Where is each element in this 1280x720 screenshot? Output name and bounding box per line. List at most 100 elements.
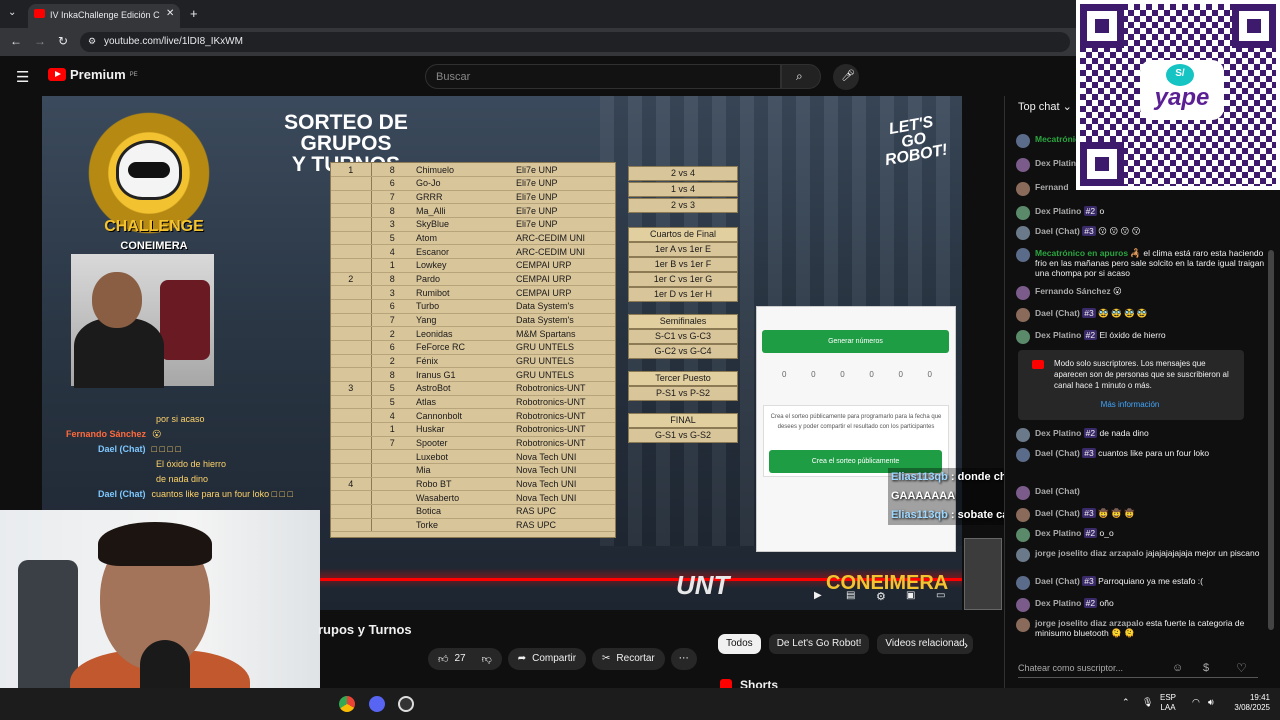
reload-icon[interactable]: ↻: [58, 34, 68, 48]
url-field[interactable]: youtube.com/live/1lDI8_IKxWM: [80, 32, 1070, 52]
mini-thumbnail[interactable]: [964, 538, 1002, 610]
clip-button[interactable]: ✂ Recortar: [592, 648, 665, 670]
chat-author[interactable]: Dael (Chat): [1035, 226, 1080, 236]
avatar[interactable]: [1016, 226, 1030, 240]
more-actions-button[interactable]: ⋯: [670, 648, 697, 670]
back-icon[interactable]: ←: [10, 34, 22, 48]
chat-author[interactable]: Dex Platino: [1035, 428, 1081, 438]
chat-author[interactable]: Dex Platino: [1035, 206, 1081, 216]
avatar[interactable]: [1016, 448, 1030, 462]
chat-author[interactable]: jorge joselito diaz arzapalo: [1035, 618, 1144, 628]
language-indicator[interactable]: ESP LAA: [1160, 693, 1176, 713]
new-tab-icon[interactable]: +: [190, 6, 198, 21]
tray-mic-icon[interactable]: 🎙︎: [1142, 697, 1153, 708]
generate-numbers-button[interactable]: Generar números: [762, 330, 949, 353]
avatar[interactable]: [1016, 134, 1030, 148]
avatar[interactable]: [1016, 508, 1030, 522]
chrome-icon[interactable]: [339, 696, 355, 712]
avatar[interactable]: [1016, 248, 1030, 262]
chat-author[interactable]: Mecatrónico en apuros 🦂: [1035, 248, 1141, 258]
settings-gear-icon[interactable]: ⚙: [876, 590, 886, 603]
youtube-logo[interactable]: Premium PE: [48, 67, 138, 82]
discord-icon[interactable]: [369, 696, 385, 712]
subtitles-icon[interactable]: ▤: [846, 590, 855, 601]
chat-author[interactable]: Dael (Chat): [1035, 486, 1080, 496]
chat-message-body: Fernand: [1035, 182, 1069, 196]
avatar[interactable]: [1016, 286, 1030, 300]
close-tab-icon[interactable]: ✕: [166, 8, 174, 19]
like-button[interactable]: 👍︎ 27 👎︎: [428, 648, 502, 670]
chat-author[interactable]: Fernand: [1035, 182, 1069, 192]
avatar[interactable]: [1016, 548, 1030, 562]
site-info-icon[interactable]: ⚙: [88, 36, 96, 47]
chat-message[interactable]: Fernando Sánchez 😮: [1016, 286, 1266, 300]
chat-input[interactable]: Chatear como suscriptor...: [1018, 660, 1258, 678]
thumbs-down-icon[interactable]: 👎︎: [482, 653, 492, 670]
heart-icon[interactable]: ♡: [1236, 661, 1247, 675]
sheet-cell-t: Nova Tech UNI: [513, 449, 615, 464]
chat-message[interactable]: Dex Platino #2 de nada dino: [1016, 428, 1266, 442]
avatar[interactable]: [1016, 486, 1030, 500]
avatar[interactable]: [1016, 330, 1030, 344]
chat-message[interactable]: Dael (Chat): [1016, 486, 1266, 500]
chips-next-icon[interactable]: ›: [964, 638, 968, 652]
chat-message[interactable]: Dael (Chat) #3 Parroquiano ya me estafo …: [1016, 576, 1266, 590]
search-button[interactable]: ⌕: [781, 64, 821, 89]
chat-author[interactable]: Dael (Chat): [1035, 448, 1080, 458]
chat-author[interactable]: Dex Platino: [1035, 598, 1081, 608]
obs-icon[interactable]: [398, 696, 414, 712]
chat-message[interactable]: Dael (Chat) #3 🤠 🤠 🤠: [1016, 508, 1266, 522]
avatar[interactable]: [1016, 206, 1030, 220]
chat-author[interactable]: Fernando Sánchez: [1035, 286, 1111, 296]
miniplayer-icon[interactable]: ▣: [906, 590, 915, 601]
chip-2[interactable]: Videos relacionad: [877, 634, 973, 654]
chat-author[interactable]: Dex Platino: [1035, 158, 1081, 168]
search-input[interactable]: Buscar: [425, 64, 781, 89]
emoji-icon[interactable]: ☺: [1172, 662, 1183, 674]
tray-chevron-icon[interactable]: ⌃: [1122, 697, 1130, 708]
volume-icon[interactable]: 🔊︎: [1208, 697, 1214, 708]
avatar[interactable]: [1016, 576, 1030, 590]
chat-author[interactable]: Mecatrónic: [1035, 134, 1080, 144]
chip-0[interactable]: Todos: [718, 634, 761, 654]
theater-mode-icon[interactable]: ▭: [936, 590, 945, 601]
super-chat-icon[interactable]: $: [1203, 662, 1209, 674]
chat-message[interactable]: Mecatrónico en apuros 🦂 el clima está ra…: [1016, 248, 1266, 278]
browser-tab[interactable]: IV InkaChallenge Edición C: [28, 4, 180, 28]
chat-message[interactable]: Dex Platino #2 oño: [1016, 598, 1266, 612]
chat-author[interactable]: Dael (Chat): [1035, 308, 1080, 318]
share-button[interactable]: ➦ Compartir: [507, 648, 587, 670]
avatar[interactable]: [1016, 428, 1030, 442]
more-info-link[interactable]: Más información: [1024, 399, 1236, 410]
chat-message[interactable]: Dex Platino #2 El óxido de hierro: [1016, 330, 1266, 344]
system-clock[interactable]: 19:41 3/08/2025: [1226, 693, 1270, 713]
bracket-match: S-C1 vs G-C3: [628, 329, 738, 344]
chat-message[interactable]: Dex Platino #2 o: [1016, 206, 1266, 220]
chat-message[interactable]: Dael (Chat) #3 😗 😗 😗 😗: [1016, 226, 1266, 240]
chat-author[interactable]: Dex Platino: [1035, 330, 1081, 340]
avatar[interactable]: [1016, 308, 1030, 322]
avatar[interactable]: [1016, 618, 1030, 632]
chat-author[interactable]: Dael (Chat): [1035, 508, 1080, 518]
forward-icon[interactable]: →: [34, 34, 46, 48]
avatar[interactable]: [1016, 528, 1030, 542]
chat-message[interactable]: jorge joselito diaz arzapalo esta fuerte…: [1016, 618, 1266, 638]
avatar[interactable]: [1016, 158, 1030, 172]
chat-message[interactable]: Dael (Chat) #3 cuantos like para un four…: [1016, 448, 1266, 462]
voice-search-button[interactable]: 🎤︎: [833, 64, 859, 90]
menu-icon[interactable]: ☰: [16, 68, 29, 86]
chat-message[interactable]: Dael (Chat) #3 🥸 🥸 🥸 🥸: [1016, 308, 1266, 322]
chat-author[interactable]: Dael (Chat): [1035, 576, 1080, 586]
chat-scrollbar[interactable]: [1268, 250, 1274, 630]
chat-author[interactable]: jorge joselito diaz arzapalo: [1035, 548, 1144, 558]
chat-message[interactable]: jorge joselito diaz arzapalo jajajajajaj…: [1016, 548, 1266, 562]
avatar[interactable]: [1016, 598, 1030, 612]
top-chat-selector[interactable]: Top chat ⌄: [1018, 100, 1072, 113]
chip-1[interactable]: De Let's Go Robot!: [768, 634, 870, 654]
avatar[interactable]: [1016, 182, 1030, 196]
play-icon[interactable]: ▶: [814, 590, 822, 601]
wifi-icon[interactable]: ◠: [1192, 697, 1200, 708]
chat-author[interactable]: Dex Platino: [1035, 528, 1081, 538]
chat-message[interactable]: Dex Platino #2 o_o: [1016, 528, 1266, 542]
tab-list-chevron-icon[interactable]: ⌄: [8, 7, 16, 18]
